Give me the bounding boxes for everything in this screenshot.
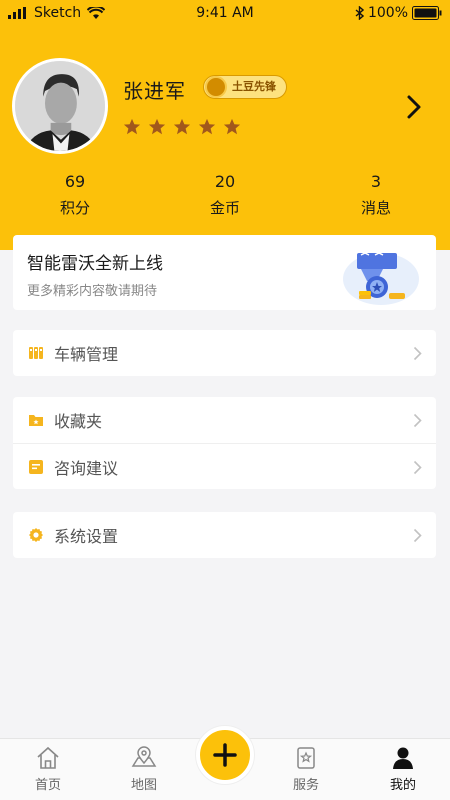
promo-card[interactable]: 智能雷沃全新上线 更多精彩内容敬请期待: [13, 235, 436, 310]
stat-messages-label: 消息: [360, 199, 391, 217]
add-button[interactable]: [196, 726, 254, 784]
star-icon: [123, 118, 141, 135]
battery-label: 100%: [367, 5, 408, 21]
menu-item-settings[interactable]: 系统设置: [13, 512, 436, 558]
feedback-icon: [29, 459, 43, 474]
chevron-right-icon: [413, 460, 422, 475]
star-rating: [123, 118, 241, 136]
tab-profile-label: 我的: [389, 778, 416, 793]
tab-service[interactable]: 服务: [276, 745, 336, 793]
avatar-image: [15, 61, 105, 151]
menu-item-vehicle[interactable]: 车辆管理: [13, 330, 436, 376]
service-icon: [297, 747, 315, 769]
avatar[interactable]: [12, 58, 108, 154]
badge-label: 土豆先锋: [232, 80, 276, 93]
profile-chevron-right-icon[interactable]: [405, 94, 423, 120]
vehicle-books-icon: [29, 347, 43, 359]
menu-item-consult[interactable]: 咨询建议: [13, 443, 436, 489]
tab-profile[interactable]: 我的: [373, 745, 433, 793]
menu-item-favorites-label: 收藏夹: [54, 412, 103, 431]
menu-item-vehicle-label: 车辆管理: [54, 345, 119, 364]
menu-card-favorites: 收藏夹 咨询建议: [13, 397, 436, 489]
menu-card-settings: 系统设置: [13, 512, 436, 558]
chevron-right-icon: [413, 413, 422, 428]
tab-service-label: 服务: [292, 778, 319, 793]
star-icon: [223, 118, 241, 135]
stat-coins-label: 金币: [209, 199, 240, 217]
promo-title: 智能雷沃全新上线: [27, 254, 163, 274]
gear-icon: [29, 528, 43, 542]
home-icon: [37, 746, 59, 769]
tab-home[interactable]: 首页: [18, 745, 78, 793]
battery-icon: [412, 6, 442, 20]
stat-messages-value: 3: [370, 172, 382, 191]
star-icon: [198, 118, 216, 135]
menu-card-vehicle: 车辆管理: [13, 330, 436, 376]
plus-icon: [213, 743, 237, 767]
bluetooth-icon: [355, 6, 364, 20]
menu-item-consult-label: 咨询建议: [54, 458, 119, 478]
profile-icon: [393, 747, 413, 769]
stat-points-value: 69: [64, 172, 86, 191]
tab-home-label: 首页: [34, 778, 61, 793]
stat-messages[interactable]: 3 消息: [326, 172, 426, 218]
chevron-right-icon: [413, 346, 422, 361]
medal-illustration-icon: [343, 252, 419, 305]
stat-coins-value: 20: [214, 172, 236, 191]
promo-subtitle: 更多精彩内容敬请期待: [27, 284, 158, 299]
status-bar: Sketch 9:41 AM 100%: [0, 0, 450, 28]
profile-header: 张进军 土豆先锋 69 积分 20 金币 3 消息: [0, 28, 450, 250]
user-badge: 土豆先锋: [203, 75, 287, 99]
badge-medal-icon: [205, 76, 227, 98]
folder-icon: [29, 415, 43, 426]
star-icon: [148, 118, 166, 135]
status-right: 100%: [355, 5, 442, 21]
stat-points[interactable]: 69 积分: [25, 172, 125, 218]
menu-item-favorites[interactable]: 收藏夹: [13, 397, 436, 443]
user-name: 张进军: [123, 79, 186, 103]
chevron-right-icon: [413, 528, 422, 543]
menu-item-settings-label: 系统设置: [54, 527, 119, 546]
tab-map-label: 地图: [130, 778, 157, 793]
tab-map[interactable]: 地图: [114, 745, 174, 793]
star-icon: [173, 118, 191, 135]
map-icon: [131, 746, 157, 767]
stat-points-label: 积分: [59, 199, 90, 217]
stat-coins[interactable]: 20 金币: [175, 172, 275, 218]
